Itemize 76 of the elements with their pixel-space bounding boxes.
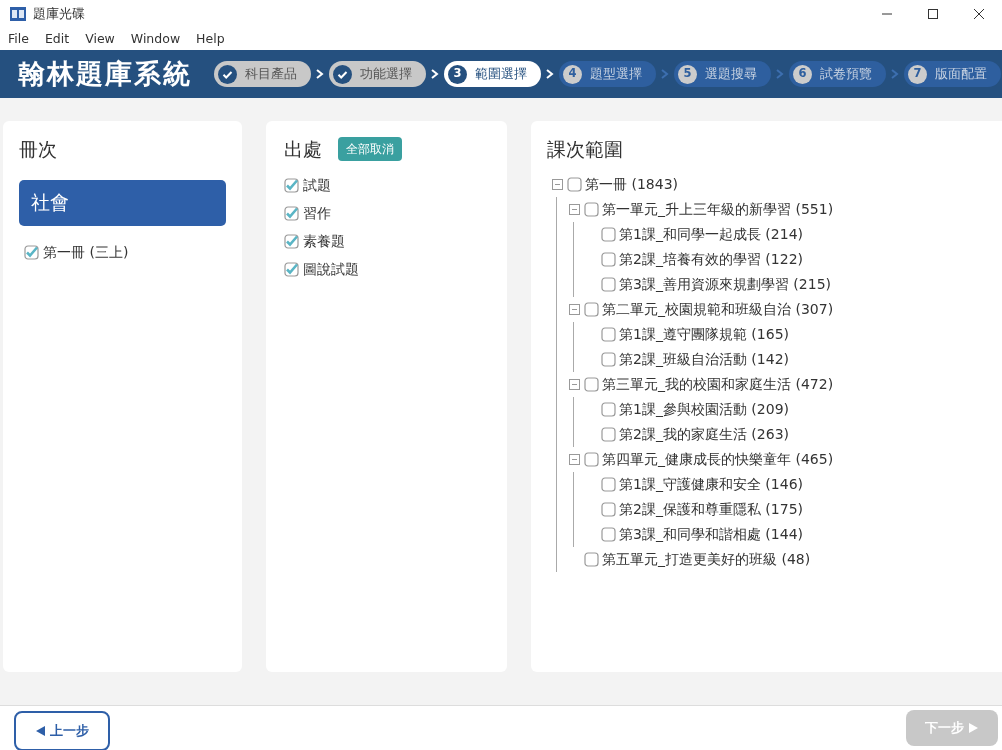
tree-item-label[interactable]: 第三單元_我的校園和家庭生活 (472) — [602, 373, 834, 395]
checkbox[interactable] — [584, 451, 599, 467]
tree-item-label[interactable]: 第四單元_健康成長的快樂童年 (465) — [602, 448, 834, 470]
right-triangle-icon — [968, 722, 979, 734]
menu-item[interactable]: View — [85, 29, 115, 49]
tree-item-label[interactable]: 第1課_遵守團隊規範 (165) — [619, 323, 789, 345]
check-circle-icon — [333, 64, 352, 84]
app-icon — [9, 5, 27, 23]
checked-checkbox[interactable] — [284, 206, 299, 221]
step-tab[interactable]: 4 題型選擇 — [559, 61, 656, 87]
subject-button[interactable]: 社會 — [19, 179, 226, 226]
collapse-icon[interactable] — [551, 177, 564, 191]
window-title: 題庫光碟 — [33, 5, 86, 24]
tree-item-label[interactable]: 第1課_和同學一起成長 (214) — [619, 223, 803, 245]
checkbox-label: 圖說試題 — [303, 260, 359, 279]
checkbox-label: 第一冊 (三上) — [43, 242, 129, 262]
tree-item-label[interactable]: 第2課_班級自治活動 (142) — [619, 348, 789, 370]
tree-item-label[interactable]: 第一冊 (1843) — [585, 173, 678, 195]
step-number: 6 — [793, 64, 812, 84]
checkbox[interactable] — [601, 526, 616, 542]
step-tab[interactable]: 科目產品 — [214, 61, 311, 87]
menu-item[interactable]: File — [8, 29, 29, 49]
app-logo: 翰林題庫系統 — [17, 56, 193, 91]
step-tab[interactable]: 功能選擇 — [329, 61, 426, 87]
tree-item-label[interactable]: 第3課_和同學和諧相處 (144) — [619, 523, 803, 545]
checkbox[interactable] — [584, 551, 599, 567]
menu-item[interactable]: Window — [130, 29, 181, 49]
step-tab[interactable]: 5 選題搜尋 — [674, 61, 771, 87]
menu-item[interactable]: Help — [196, 29, 225, 49]
checkbox-label: 試題 — [303, 176, 331, 195]
collapse-icon[interactable] — [568, 452, 581, 466]
step-number: 7 — [908, 64, 927, 84]
tree-item-label[interactable]: 第2課_培養有效的學習 (122) — [619, 248, 803, 270]
checked-checkbox[interactable] — [24, 244, 39, 260]
panel-title: 出處 — [284, 137, 322, 162]
step-number: 5 — [678, 64, 697, 84]
panel-title: 冊次 — [19, 137, 58, 162]
checkbox[interactable] — [601, 401, 616, 417]
step-tab[interactable]: 3 範圍選擇 — [444, 61, 541, 87]
checkbox[interactable] — [601, 351, 616, 367]
tree-item-label[interactable]: 第二單元_校園規範和班級自治 (307) — [602, 298, 834, 320]
tree-item-label[interactable]: 第2課_我的家庭生活 (263) — [619, 423, 789, 445]
tree-item-label[interactable]: 第一單元_升上三年級的新學習 (551) — [602, 198, 834, 220]
collapse-icon[interactable] — [568, 377, 581, 391]
checkbox[interactable] — [601, 251, 616, 267]
checkbox[interactable] — [601, 426, 616, 442]
collapse-icon[interactable] — [568, 302, 581, 316]
checked-checkbox[interactable] — [284, 178, 299, 193]
checkbox[interactable] — [601, 501, 616, 517]
check-circle-icon — [218, 64, 237, 84]
previous-button[interactable]: 上一步 — [14, 711, 110, 750]
checked-checkbox[interactable] — [284, 234, 299, 249]
tree-item-label[interactable]: 第2課_保護和尊重隱私 (175) — [619, 498, 803, 520]
checkbox[interactable] — [584, 376, 599, 392]
collapse-icon[interactable] — [568, 202, 581, 216]
checkbox[interactable] — [584, 301, 599, 317]
tree-item-label[interactable]: 第1課_參與校園活動 (209) — [619, 398, 789, 420]
left-triangle-icon — [35, 725, 46, 737]
step-tab[interactable]: 7 版面配置 — [904, 61, 1001, 87]
tree-item-label[interactable]: 第1課_守護健康和安全 (146) — [619, 473, 803, 495]
checkbox[interactable] — [584, 201, 599, 217]
panel-title: 課次範圍 — [547, 137, 624, 162]
tree-item-label[interactable]: 第五單元_打造更美好的班級 (48) — [602, 548, 811, 570]
tree-item-label[interactable]: 第3課_善用資源來規劃學習 (215) — [619, 273, 831, 295]
checked-checkbox[interactable] — [284, 262, 299, 277]
checkbox[interactable] — [601, 226, 616, 242]
checkbox[interactable] — [567, 176, 582, 192]
checkbox-label: 素養題 — [303, 232, 345, 251]
step-number: 3 — [448, 64, 467, 84]
step-tab[interactable]: 6 試卷預覽 — [789, 61, 886, 87]
checkbox[interactable] — [601, 476, 616, 492]
step-number: 4 — [563, 64, 582, 84]
checkbox[interactable] — [601, 276, 616, 292]
checkbox[interactable] — [601, 326, 616, 342]
checkbox-label: 習作 — [303, 204, 331, 223]
menu-item[interactable]: Edit — [44, 29, 70, 49]
